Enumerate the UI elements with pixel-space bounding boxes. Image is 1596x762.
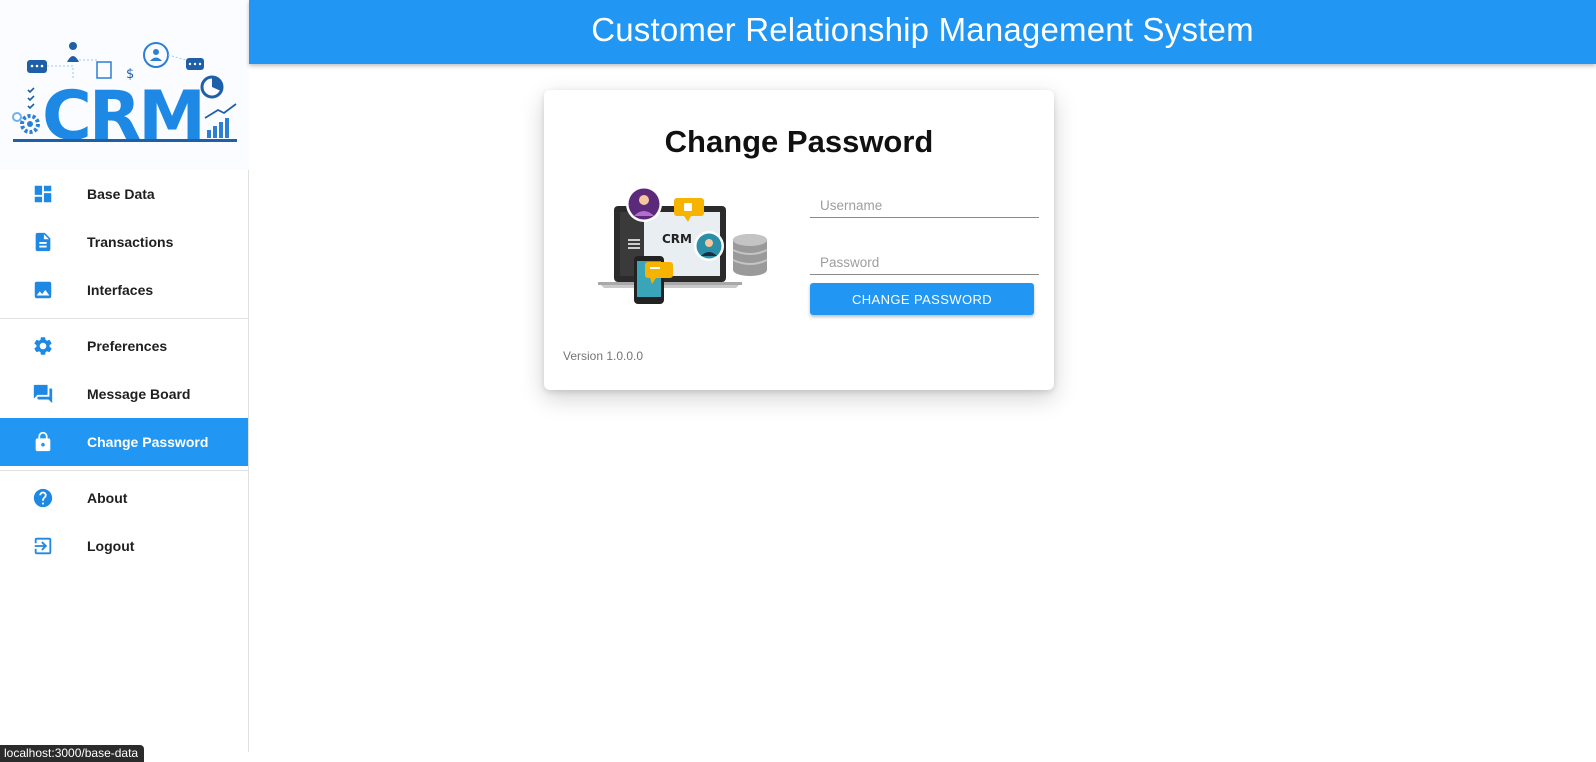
sidebar-item-change-password[interactable]: Change Password: [0, 418, 248, 466]
change-password-button[interactable]: CHANGE PASSWORD: [810, 283, 1034, 315]
chat-icon: [33, 384, 53, 404]
sidebar-item-label: Message Board: [87, 386, 191, 402]
svg-text:CRM: CRM: [662, 232, 692, 246]
app-title: Customer Relationship Management System: [591, 11, 1254, 48]
logout-icon: [34, 537, 52, 555]
sidebar-item-transactions[interactable]: Transactions: [0, 218, 248, 266]
sidebar-item-preferences[interactable]: Preferences: [0, 322, 248, 370]
version-label: Version 1.0.0.0: [563, 349, 644, 363]
sidebar-item-label: Transactions: [87, 234, 174, 250]
sidebar-nav: Base Data Transactions Interfaces Prefer…: [0, 170, 248, 570]
username-field: [810, 188, 1039, 218]
gear-icon: [34, 337, 52, 355]
password-input[interactable]: [810, 245, 1039, 274]
document-icon: [35, 232, 51, 252]
sidebar: $ CRM Base Data Transactions Interfaces …: [0, 0, 249, 752]
sidebar-item-about[interactable]: About: [0, 474, 248, 522]
sidebar-item-label: Base Data: [87, 186, 155, 202]
crm-logo: $ CRM: [0, 0, 249, 170]
sidebar-divider: [0, 470, 248, 471]
sidebar-divider: [0, 318, 248, 319]
sidebar-item-label: About: [87, 490, 128, 506]
sidebar-item-message-board[interactable]: Message Board: [0, 370, 248, 418]
page-title: Change Password: [664, 124, 934, 159]
username-input[interactable]: [810, 188, 1039, 217]
sidebar-item-label: Preferences: [87, 338, 168, 354]
lock-icon: [35, 431, 51, 452]
help-icon: [33, 488, 53, 508]
change-password-card: Change Password CRM Username CHANGE PASS…: [544, 90, 1054, 390]
password-field: [810, 245, 1039, 275]
sidebar-item-label: Interfaces: [87, 282, 154, 298]
dashboard-icon: [34, 185, 52, 203]
sidebar-item-interfaces[interactable]: Interfaces: [0, 266, 248, 314]
svg-text:CRM: CRM: [42, 77, 203, 156]
app-header: Customer Relationship Management System: [249, 0, 1596, 64]
sidebar-item-label: Logout: [87, 538, 135, 554]
image-icon: [34, 281, 52, 299]
sidebar-item-label: Change Password: [87, 434, 209, 450]
crm-illustration: CRM: [598, 186, 768, 304]
status-bar-url: localhost:3000/base-data: [0, 745, 145, 762]
sidebar-item-base-data[interactable]: Base Data: [0, 170, 248, 218]
sidebar-item-logout[interactable]: Logout: [0, 522, 248, 570]
